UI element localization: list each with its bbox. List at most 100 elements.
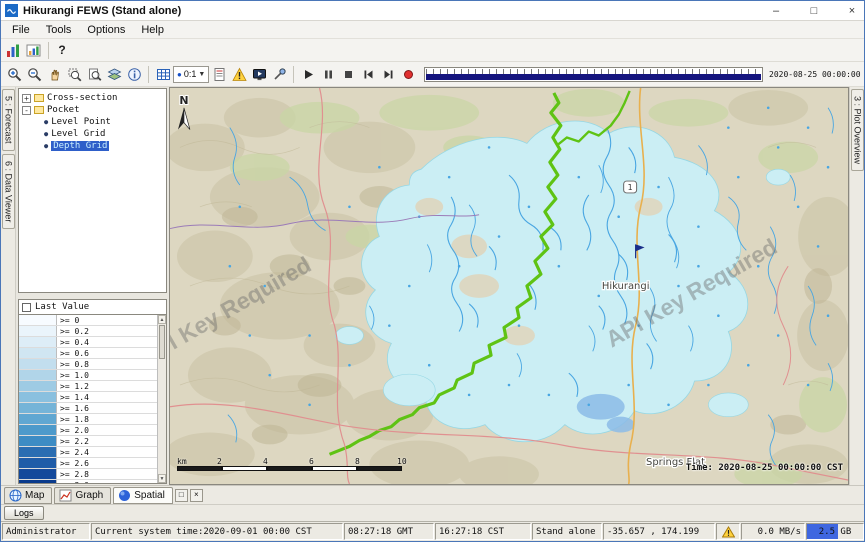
status-gmt-time: 08:27:18 GMT [344,523,434,540]
layer-scale-dropdown[interactable]: ● 0:1 ▼ [173,66,209,83]
node-bullet-icon: ● [44,118,48,126]
tree-item-pocket[interactable]: - Pocket [22,104,166,116]
zoom-box-button[interactable] [64,64,84,84]
legend-swatch [19,348,57,358]
status-warning[interactable] [716,523,740,540]
legend-label: >= 1.4 [57,392,89,402]
legend-swatch [19,326,57,336]
close-button[interactable]: × [846,5,858,17]
legend-row: >= 1.0 [19,370,157,381]
pause-button[interactable] [318,64,338,84]
go-to-end-button[interactable] [378,64,398,84]
animation-button[interactable] [249,64,269,84]
last-value-checkbox[interactable] [22,303,31,312]
legend-row: >= 0.6 [19,348,157,359]
info-icon [127,67,142,82]
legend-label: >= 3.0 [57,480,89,484]
line-chart-icon [59,489,72,502]
status-coordinates: -35.657 , 174.199 [603,523,715,540]
window-title: Hikurangi FEWS (Stand alone) [23,5,181,17]
last-value-label: Last Value [35,302,89,312]
layers-button[interactable] [104,64,124,84]
go-to-start-button[interactable] [358,64,378,84]
legend-toggle-button[interactable] [209,64,229,84]
scroll-down-icon[interactable]: ▼ [158,474,166,483]
skip-to-end-icon [382,68,395,81]
zoom-box-icon [67,67,82,82]
tab-spatial[interactable]: Spatial [113,487,173,504]
zoom-extent-button[interactable] [84,64,104,84]
legend-doc-icon [212,67,227,82]
legend-scrollbar[interactable]: ▲ ▼ [157,315,166,483]
tab-forecast[interactable]: 5 : Forecast [2,89,15,151]
scroll-up-icon[interactable]: ▲ [158,315,166,324]
bar-chart-icon [6,43,22,58]
zoom-out-button[interactable] [24,64,44,84]
legend-row: >= 1.6 [19,403,157,414]
tab-map[interactable]: Map [4,487,52,504]
legend-row: >= 0 [19,315,157,326]
zoom-in-button[interactable] [4,64,24,84]
legend-label: >= 1.0 [57,370,89,380]
thresholds-button[interactable] [229,64,249,84]
menu-file[interactable]: File [4,23,38,37]
tab-graph[interactable]: Graph [54,487,111,504]
play-button[interactable] [298,64,318,84]
stop-button[interactable] [338,64,358,84]
logs-row: Logs [1,504,864,521]
panel-close-button[interactable]: × [190,489,203,502]
grid-display-button[interactable] [153,64,173,84]
legend-row: >= 3.0 [19,480,157,484]
svg-text:1: 1 [628,183,633,192]
tree-item-cross-section[interactable]: + Cross-section [22,92,166,104]
tab-data-viewer[interactable]: 6 : Data Viewer [2,154,15,229]
help-button[interactable]: ? [53,40,71,60]
scale-unit: km [177,457,187,466]
map-time-label: Time: 2020-08-25 00:00:00 CST [686,463,843,473]
info-button[interactable] [124,64,144,84]
scrollbar-thumb[interactable] [159,325,165,359]
view-tab-bar: Map Graph Spatial □ × [1,485,864,504]
profile-tool-button[interactable] [269,64,289,84]
menu-tools[interactable]: Tools [38,23,80,37]
collapse-icon[interactable]: - [22,106,31,115]
layer-dot-icon: ● [177,70,182,79]
map-view[interactable]: 1 N Hikurangi Springs Flat API Key Requi… [169,87,849,485]
tree-item-depth-grid[interactable]: ● Depth Grid [22,140,166,152]
tree-item-label-selected: Depth Grid [51,141,109,151]
status-mode: Stand alone [532,523,602,540]
right-tab-strip: 3 : Plot Overview [849,87,864,485]
record-button[interactable] [398,64,418,84]
scale-tick: 10 [397,457,407,466]
node-bullet-icon: ● [44,142,48,150]
panel-maximize-button[interactable]: □ [175,489,188,502]
legend-label: >= 1.6 [57,403,89,413]
pan-button[interactable] [44,64,64,84]
legend-swatch [19,414,57,424]
minimize-button[interactable]: – [770,5,782,17]
tab-plot-overview[interactable]: 3 : Plot Overview [851,89,864,171]
tree-item-level-point[interactable]: ● Level Point [22,116,166,128]
timeline-slider[interactable] [424,67,763,82]
folder-icon [34,106,44,114]
legend-row: >= 0.4 [19,337,157,348]
pause-icon [322,68,335,81]
menu-help[interactable]: Help [133,23,172,37]
logs-button[interactable]: Logs [4,506,44,520]
forecast-manager-button[interactable] [4,40,24,60]
legend-label: >= 2.8 [57,469,89,479]
legend-label: >= 2.6 [57,458,89,468]
legend-label: >= 2.2 [57,436,89,446]
title-bar: Hikurangi FEWS (Stand alone) – □ × [1,1,864,21]
legend-swatch [19,359,57,369]
scale-tick: 6 [309,457,314,466]
legend-label: >= 0 [57,315,79,325]
maximize-button[interactable]: □ [808,5,820,17]
menu-options[interactable]: Options [79,23,133,37]
tree-item-level-grid[interactable]: ● Level Grid [22,128,166,140]
svg-text:N: N [179,94,188,107]
legend-label: >= 0.6 [57,348,89,358]
expand-icon[interactable]: + [22,94,31,103]
legend-swatch [19,480,57,484]
reports-button[interactable] [24,40,44,60]
